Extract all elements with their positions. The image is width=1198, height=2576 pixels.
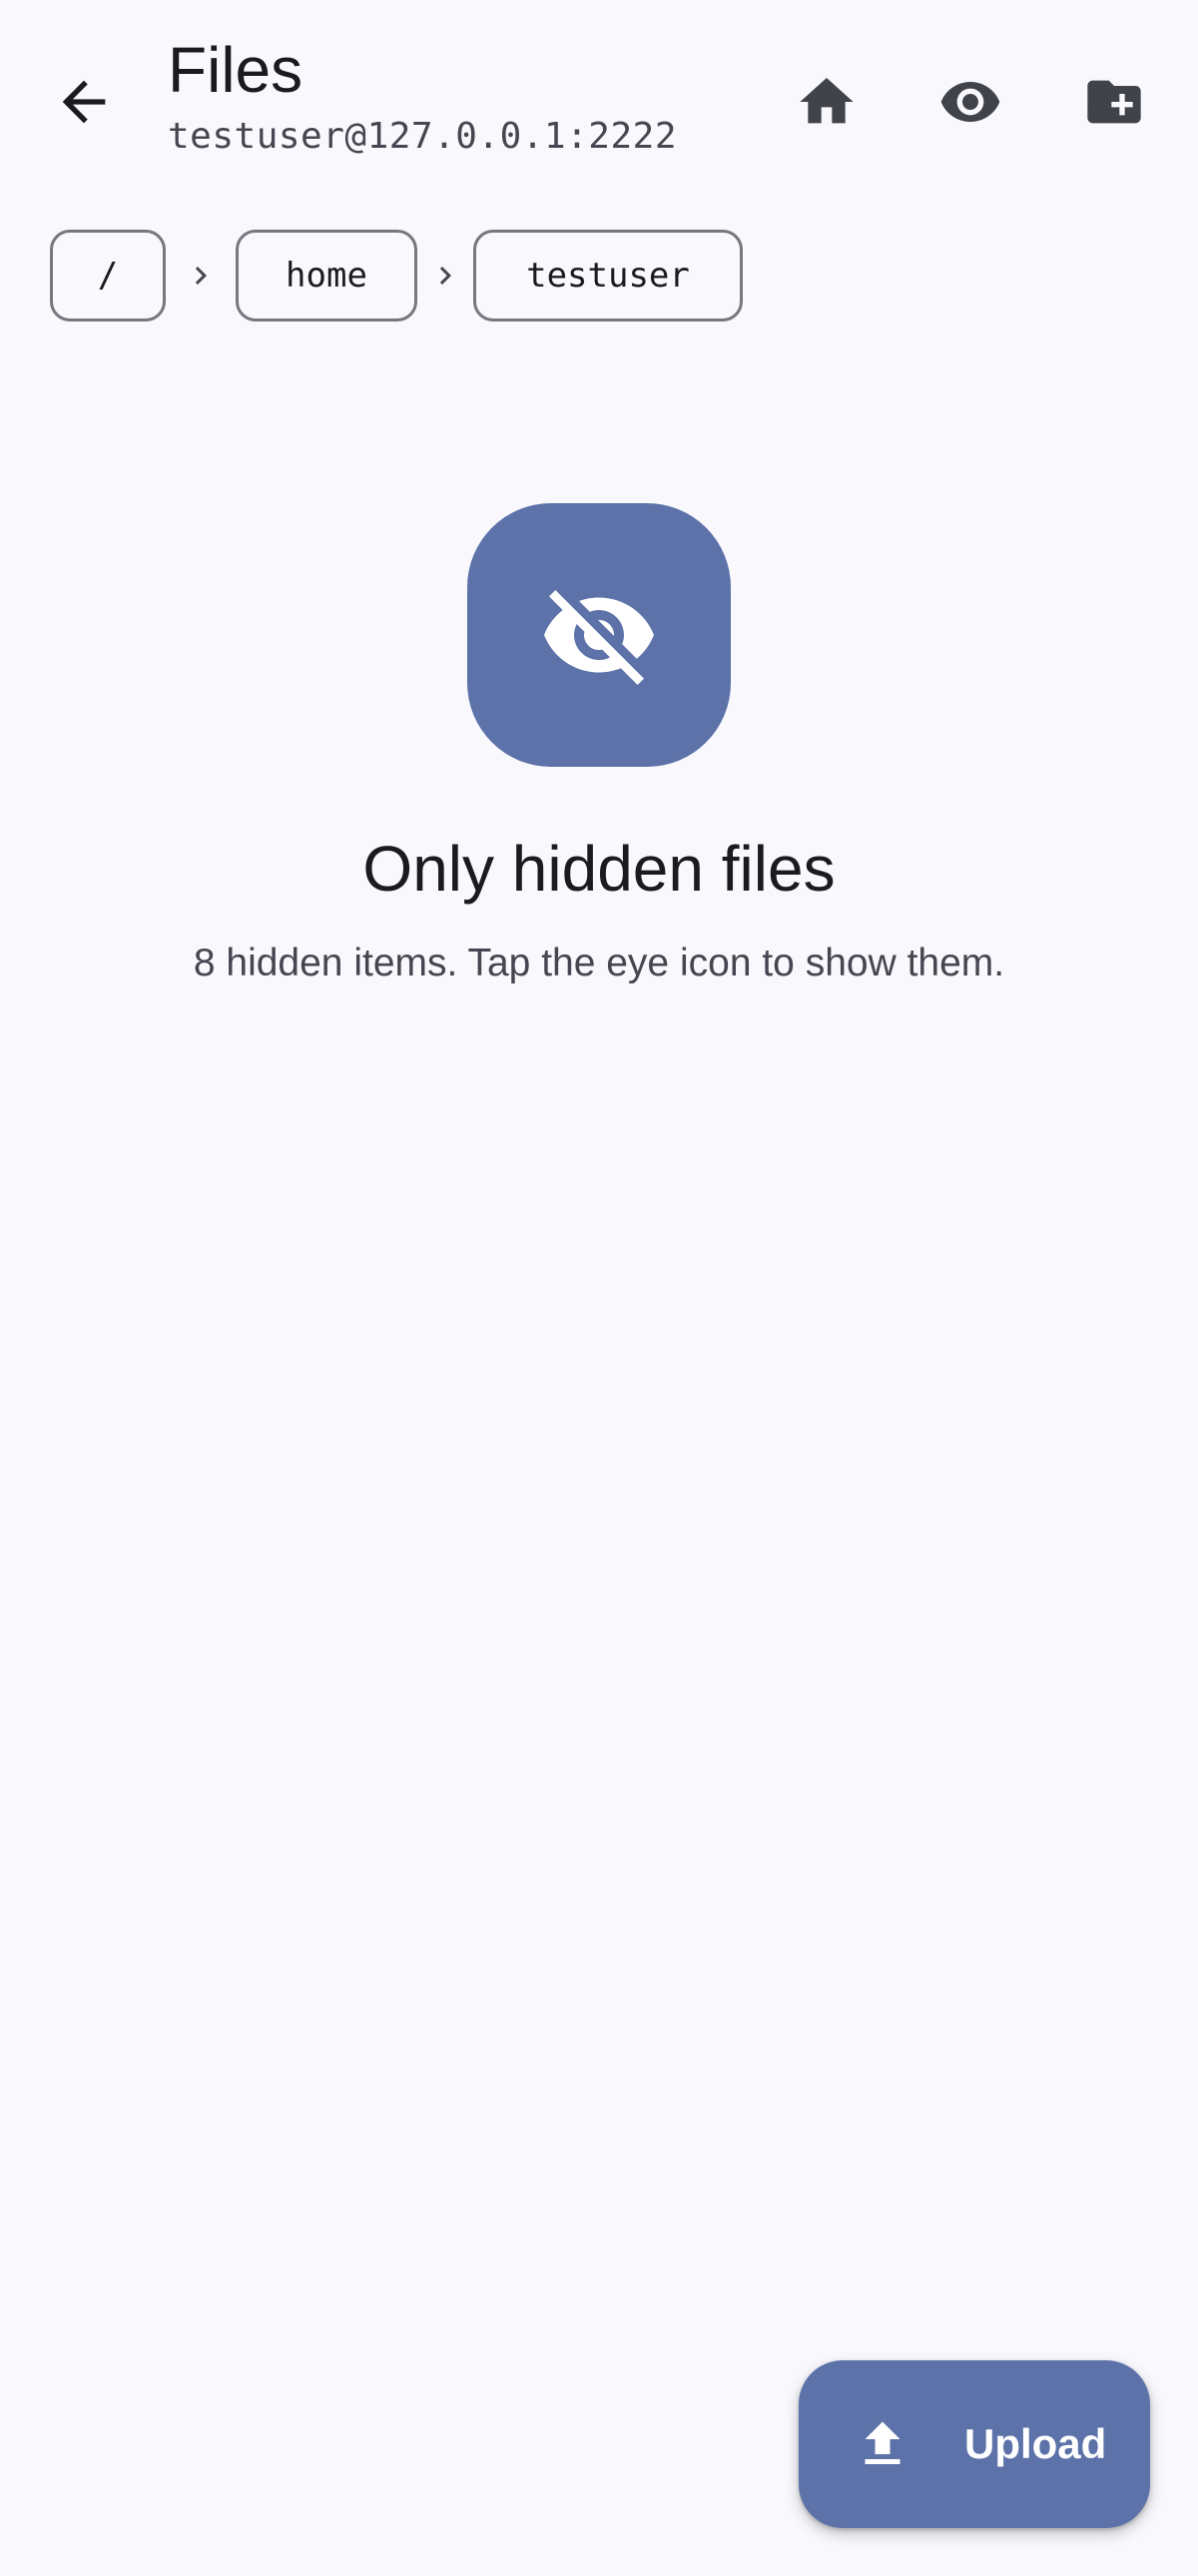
empty-state-description: 8 hidden items. Tap the eye icon to show…: [193, 942, 1005, 984]
create-new-folder-icon: [1087, 80, 1141, 124]
breadcrumb: / home testuser: [50, 228, 743, 323]
chevron-right-icon: [166, 230, 236, 322]
breadcrumb-root-chip[interactable]: /: [50, 230, 166, 322]
back-button[interactable]: [34, 52, 134, 152]
chevron-right-icon: [417, 230, 473, 322]
upload-icon: [865, 2421, 900, 2464]
page-title: Files: [168, 34, 303, 106]
breadcrumb-testuser-chip[interactable]: testuser: [473, 230, 743, 322]
home-icon: [800, 78, 854, 124]
eye-icon: [940, 82, 1000, 122]
visibility-off-icon: [544, 590, 654, 685]
arrow-back-icon: [62, 80, 106, 124]
new-folder-button[interactable]: [1058, 46, 1170, 158]
connection-subtitle: testuser@127.0.0.1:2222: [168, 116, 677, 157]
home-button[interactable]: [771, 46, 883, 158]
toggle-hidden-files-button[interactable]: [914, 46, 1026, 158]
breadcrumb-home-chip[interactable]: home: [236, 230, 417, 322]
upload-fab[interactable]: Upload: [799, 2360, 1150, 2528]
empty-state-title: Only hidden files: [362, 833, 836, 905]
upload-fab-label: Upload: [964, 2420, 1107, 2467]
empty-state-icon-container: [467, 503, 731, 767]
